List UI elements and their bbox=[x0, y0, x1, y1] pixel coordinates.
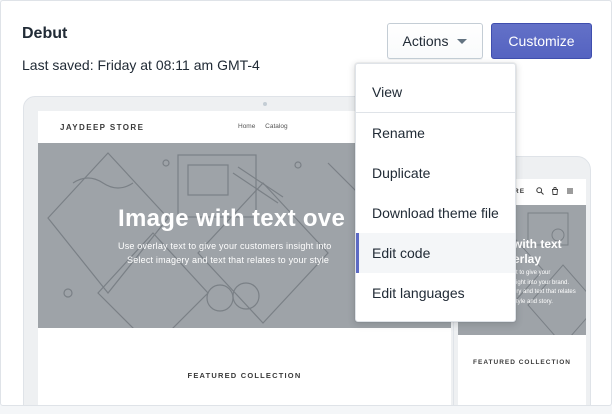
mobile-hero-title: with text erlay bbox=[513, 237, 562, 266]
mobile-featured-collection-heading: FEATURED COLLECTION bbox=[473, 359, 571, 366]
actions-button-label: Actions bbox=[402, 33, 449, 49]
actions-button[interactable]: Actions bbox=[387, 23, 483, 59]
hero-subtitle-line-2: Select imagery and text that relates to … bbox=[127, 255, 330, 265]
hero-title: Image with text ove bbox=[118, 205, 346, 232]
mobile-header-icons bbox=[536, 187, 574, 195]
last-saved-text: Last saved: Friday at 08:11 am GMT-4 bbox=[22, 57, 260, 73]
theme-card: Debut Last saved: Friday at 08:11 am GMT… bbox=[0, 0, 612, 406]
store-name: JAYDEEP STORE bbox=[60, 123, 145, 132]
caret-down-icon bbox=[457, 38, 468, 44]
menu-item-rename[interactable]: Rename bbox=[356, 113, 515, 153]
menu-item-download-theme-file[interactable]: Download theme file bbox=[356, 193, 515, 233]
cart-icon bbox=[552, 187, 558, 195]
laptop-camera bbox=[263, 102, 267, 106]
menu-item-view[interactable]: View bbox=[356, 72, 515, 112]
menu-icon bbox=[567, 188, 573, 194]
featured-collection-heading: FEATURED COLLECTION bbox=[187, 371, 302, 380]
store-nav-home: Home bbox=[238, 123, 256, 130]
theme-title: Debut bbox=[22, 25, 68, 42]
menu-item-edit-code[interactable]: Edit code bbox=[356, 233, 515, 273]
menu-item-duplicate[interactable]: Duplicate bbox=[356, 153, 515, 193]
customize-button[interactable]: Customize bbox=[491, 23, 592, 59]
hero-subtitle: Use overlay text to give your customers … bbox=[118, 239, 332, 267]
search-icon bbox=[536, 187, 544, 195]
store-nav-catalog: Catalog bbox=[265, 123, 288, 130]
menu-item-edit-languages[interactable]: Edit languages bbox=[356, 273, 515, 313]
actions-dropdown-menu: View Rename Duplicate Download theme fil… bbox=[355, 63, 516, 322]
store-nav: Home Catalog bbox=[238, 123, 296, 130]
hero-subtitle-line-1: Use overlay text to give your customers … bbox=[118, 241, 332, 251]
mobile-hero-subtitle: xt to give your sight into your brand. e… bbox=[513, 270, 576, 305]
